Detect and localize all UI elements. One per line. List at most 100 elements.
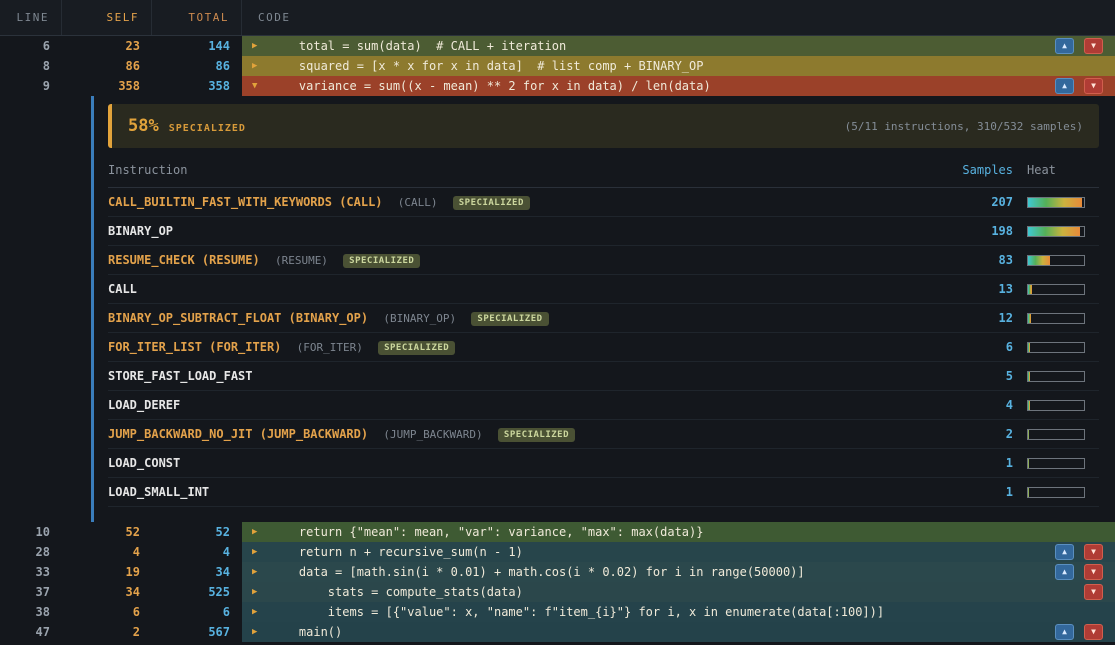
row-buttons: ▲ ▼ bbox=[1055, 38, 1103, 54]
instruction-row[interactable]: RESUME_CHECK (RESUME) (RESUME) SPECIALIZ… bbox=[108, 246, 1099, 275]
instruction-row[interactable]: BINARY_OP 198 bbox=[108, 217, 1099, 246]
instruction-row[interactable]: LOAD_CONST 1 bbox=[108, 449, 1099, 478]
self-samples-value: 23 bbox=[62, 36, 152, 56]
instruction-base-opcode: (RESUME) bbox=[275, 254, 328, 267]
code-line-row: 38 6 6 ▶ items = [{"value": x, "name": f… bbox=[0, 602, 1115, 622]
code-text: return {"mean": mean, "var": variance, "… bbox=[270, 522, 703, 542]
disclosure-triangle-icon[interactable]: ▶ bbox=[252, 562, 270, 582]
disclosure-triangle-icon[interactable]: ▶ bbox=[252, 622, 270, 642]
code-line-row: 9 358 358 ▼ variance = sum((x - mean) **… bbox=[0, 76, 1115, 96]
heat-fill bbox=[1028, 314, 1031, 323]
row-buttons: ▲ ▼ bbox=[1055, 564, 1103, 580]
instruction-cell: LOAD_SMALL_INT bbox=[108, 485, 943, 499]
code-text: total = sum(data) # CALL + iteration bbox=[270, 36, 566, 56]
instruction-name: CALL_BUILTIN_FAST_WITH_KEYWORDS (CALL) bbox=[108, 195, 383, 209]
line-number: 10 bbox=[0, 522, 62, 542]
heat-fill bbox=[1028, 372, 1030, 381]
instruction-row[interactable]: JUMP_BACKWARD_NO_JIT (JUMP_BACKWARD) (JU… bbox=[108, 420, 1099, 449]
code-cell[interactable]: ▶ return n + recursive_sum(n - 1) ▲ ▼ bbox=[242, 542, 1115, 562]
code-text: return n + recursive_sum(n - 1) bbox=[270, 542, 523, 562]
instruction-cell: RESUME_CHECK (RESUME) (RESUME) SPECIALIZ… bbox=[108, 253, 943, 268]
disclosure-triangle-icon[interactable]: ▶ bbox=[252, 602, 270, 622]
code-text: data = [math.sin(i * 0.01) + math.cos(i … bbox=[270, 562, 805, 582]
instruction-table-header: Instruction Samples Heat bbox=[108, 152, 1099, 188]
scroll-up-button[interactable]: ▲ bbox=[1055, 544, 1074, 560]
code-cell[interactable]: ▶ squared = [x * x for x in data] # list… bbox=[242, 56, 1115, 76]
instruction-samples-value: 83 bbox=[943, 253, 1013, 267]
code-cell[interactable]: ▶ total = sum(data) # CALL + iteration ▲… bbox=[242, 36, 1115, 56]
instruction-name: CALL bbox=[108, 282, 137, 296]
instruction-samples-value: 1 bbox=[943, 456, 1013, 470]
heat-fill bbox=[1028, 488, 1029, 497]
code-cell[interactable]: ▼ variance = sum((x - mean) ** 2 for x i… bbox=[242, 76, 1115, 96]
self-samples-value: 6 bbox=[62, 602, 152, 622]
scroll-down-button[interactable]: ▼ bbox=[1084, 564, 1103, 580]
code-cell[interactable]: ▶ main() ▲ ▼ bbox=[242, 622, 1115, 642]
disclosure-triangle-icon[interactable]: ▼ bbox=[252, 76, 270, 96]
heat-fill bbox=[1028, 401, 1030, 410]
instruction-row[interactable]: LOAD_SMALL_INT 1 bbox=[108, 478, 1099, 507]
instruction-row[interactable]: CALL_BUILTIN_FAST_WITH_KEYWORDS (CALL) (… bbox=[108, 188, 1099, 217]
disclosure-triangle-icon[interactable]: ▶ bbox=[252, 522, 270, 542]
self-samples-value: 52 bbox=[62, 522, 152, 542]
total-samples-value: 34 bbox=[152, 562, 242, 582]
code-cell[interactable]: ▶ data = [math.sin(i * 0.01) + math.cos(… bbox=[242, 562, 1115, 582]
instruction-row[interactable]: CALL 13 bbox=[108, 275, 1099, 304]
total-samples-value: 144 bbox=[152, 36, 242, 56]
code-text: stats = compute_stats(data) bbox=[270, 582, 523, 602]
disclosure-triangle-icon[interactable]: ▶ bbox=[252, 56, 270, 76]
disclosure-triangle-icon[interactable]: ▶ bbox=[252, 582, 270, 602]
total-samples-value: 525 bbox=[152, 582, 242, 602]
code-cell[interactable]: ▶ items = [{"value": x, "name": f"item_{… bbox=[242, 602, 1115, 622]
summary-detail: (5/11 instructions, 310/532 samples) bbox=[845, 120, 1083, 133]
heat-fill bbox=[1028, 343, 1030, 352]
instruction-row[interactable]: STORE_FAST_LOAD_FAST 5 bbox=[108, 362, 1099, 391]
instruction-name: LOAD_CONST bbox=[108, 456, 180, 470]
scroll-down-button[interactable]: ▼ bbox=[1084, 544, 1103, 560]
instruction-name: RESUME_CHECK (RESUME) bbox=[108, 253, 260, 267]
instruction-cell: LOAD_CONST bbox=[108, 456, 943, 470]
scroll-down-button[interactable]: ▼ bbox=[1084, 38, 1103, 54]
code-text: squared = [x * x for x in data] # list c… bbox=[270, 56, 703, 76]
scroll-up-button[interactable]: ▲ bbox=[1055, 624, 1074, 640]
instruction-row[interactable]: FOR_ITER_LIST (FOR_ITER) (FOR_ITER) SPEC… bbox=[108, 333, 1099, 362]
instruction-row[interactable]: BINARY_OP_SUBTRACT_FLOAT (BINARY_OP) (BI… bbox=[108, 304, 1099, 333]
instruction-name: LOAD_SMALL_INT bbox=[108, 485, 209, 499]
heat-bar bbox=[1027, 284, 1099, 295]
code-line-row: 28 4 4 ▶ return n + recursive_sum(n - 1)… bbox=[0, 542, 1115, 562]
line-number: 28 bbox=[0, 542, 62, 562]
code-cell[interactable]: ▶ stats = compute_stats(data) ▼ bbox=[242, 582, 1115, 602]
heat-fill bbox=[1028, 198, 1082, 207]
heat-bar bbox=[1027, 226, 1099, 237]
instruction-samples-value: 5 bbox=[943, 369, 1013, 383]
row-buttons: ▲ ▼ bbox=[1055, 544, 1103, 560]
disclosure-triangle-icon[interactable]: ▶ bbox=[252, 542, 270, 562]
specialized-label: SPECIALIZED bbox=[169, 123, 246, 134]
code-cell[interactable]: ▶ return {"mean": mean, "var": variance,… bbox=[242, 522, 1115, 542]
instruction-table-body: CALL_BUILTIN_FAST_WITH_KEYWORDS (CALL) (… bbox=[108, 188, 1099, 507]
heat-bar bbox=[1027, 400, 1099, 411]
scroll-down-button[interactable]: ▼ bbox=[1084, 78, 1103, 94]
instruction-samples-value: 1 bbox=[943, 485, 1013, 499]
instruction-name: FOR_ITER_LIST (FOR_ITER) bbox=[108, 340, 281, 354]
specialized-badge: SPECIALIZED bbox=[498, 428, 575, 442]
instruction-base-opcode: (JUMP_BACKWARD) bbox=[383, 428, 482, 441]
scroll-up-button[interactable]: ▲ bbox=[1055, 78, 1074, 94]
total-samples-value: 86 bbox=[152, 56, 242, 76]
total-samples-value: 6 bbox=[152, 602, 242, 622]
column-header-code: CODE bbox=[242, 0, 1115, 35]
instruction-row[interactable]: LOAD_DEREF 4 bbox=[108, 391, 1099, 420]
line-number: 9 bbox=[0, 76, 62, 96]
col-samples: Samples bbox=[943, 163, 1013, 177]
specialized-percent: 58% bbox=[128, 116, 159, 136]
disclosure-triangle-icon[interactable]: ▶ bbox=[252, 36, 270, 56]
instruction-name: STORE_FAST_LOAD_FAST bbox=[108, 369, 253, 383]
specialized-badge: SPECIALIZED bbox=[378, 341, 455, 355]
scroll-down-button[interactable]: ▼ bbox=[1084, 624, 1103, 640]
instruction-samples-value: 198 bbox=[943, 224, 1013, 238]
heat-bar bbox=[1027, 487, 1099, 498]
column-header-total: TOTAL bbox=[152, 0, 242, 35]
scroll-down-button[interactable]: ▼ bbox=[1084, 584, 1103, 600]
scroll-up-button[interactable]: ▲ bbox=[1055, 38, 1074, 54]
scroll-up-button[interactable]: ▲ bbox=[1055, 564, 1074, 580]
